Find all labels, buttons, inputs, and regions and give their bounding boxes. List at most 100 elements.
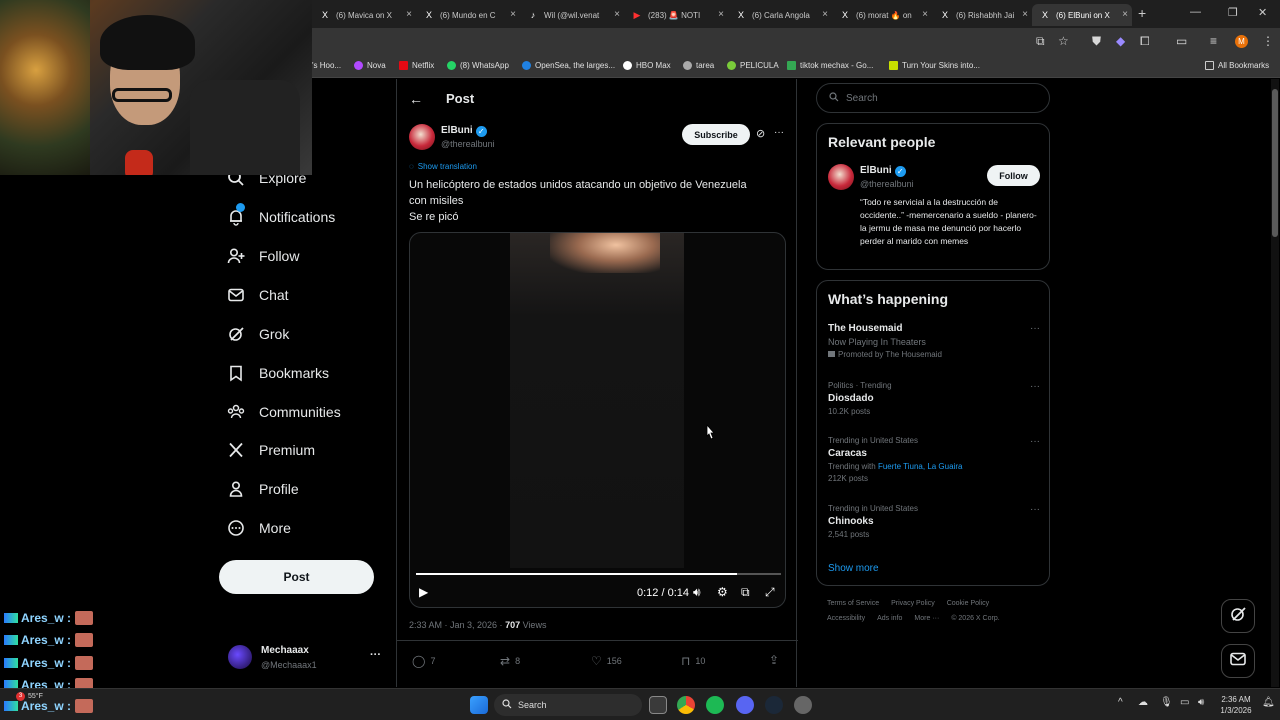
trend-item[interactable]: Trending in United States Chinooks 2,541… — [828, 504, 1040, 539]
spotify-icon[interactable] — [706, 696, 724, 714]
bookmark-item[interactable]: PELICULA — [727, 61, 779, 70]
monitor-icon[interactable]: ▭ — [1180, 697, 1189, 708]
back-arrow-icon[interactable]: ← — [409, 91, 423, 107]
more-options-button[interactable]: ··· — [774, 127, 784, 138]
author-handle[interactable]: @therealbuni — [441, 139, 495, 149]
nav-bookmarks[interactable]: Bookmarks — [226, 363, 329, 383]
grok-icon[interactable]: ⊘ — [756, 127, 765, 140]
gear-icon[interactable]: ⚙ — [717, 585, 728, 599]
bookmark-item[interactable]: 's Hoo... — [312, 61, 341, 70]
browser-tab[interactable]: X (6) Carla Angola × — [728, 4, 832, 26]
subscribe-button[interactable]: Subscribe — [682, 124, 750, 145]
volume-icon[interactable]: 🔊︎ — [1198, 697, 1204, 708]
footer-link[interactable]: Ads info — [877, 615, 902, 622]
follow-button[interactable]: Follow — [987, 165, 1040, 186]
nav-chat[interactable]: Chat — [226, 285, 289, 305]
browser-tab[interactable]: ▶ (283) 🚨 NOTI × — [624, 4, 728, 26]
close-icon[interactable]: × — [718, 9, 724, 20]
author-name-row[interactable]: ElBuni ✓ — [441, 125, 487, 137]
trend-with-link[interactable]: Fuerte Tiuna, La Guaira — [878, 462, 963, 471]
side-panel-icon[interactable]: ▭ — [1176, 34, 1187, 48]
show-more-link[interactable]: Show more — [828, 563, 879, 574]
notifications-bell-icon[interactable]: 🔔︎ — [1262, 697, 1275, 708]
browser-tab-active[interactable]: X (6) ElBuni on X × — [1032, 4, 1132, 26]
video-progress-bar[interactable] — [416, 573, 781, 575]
nav-notifications[interactable]: Notifications — [226, 203, 335, 227]
browser-tab[interactable]: X (6) Mundo en C × — [416, 4, 520, 26]
shield-extension-icon[interactable]: ⛊ — [1092, 34, 1101, 49]
chevron-up-icon[interactable]: ^ — [1118, 697, 1123, 708]
bookmark-item[interactable]: HBO Max — [623, 61, 671, 70]
bookmark-item[interactable]: Nova — [354, 61, 386, 70]
close-window-icon[interactable]: ✕ — [1258, 6, 1267, 19]
discord-icon[interactable] — [736, 696, 754, 714]
trend-item[interactable]: Trending in United States Caracas Trendi… — [828, 436, 1040, 483]
fullscreen-icon[interactable]: ⤢ — [765, 585, 775, 600]
account-menu-button[interactable]: ··· — [370, 649, 381, 661]
browser-tab[interactable]: X (6) Mavica on X × — [312, 4, 416, 26]
minimize-icon[interactable]: — — [1190, 6, 1201, 18]
nav-profile[interactable]: Profile — [226, 479, 299, 499]
browser-tab[interactable]: X (6) Rishabhh Jai × — [932, 4, 1032, 26]
bookmark-item[interactable]: Turn Your Skins into... — [889, 61, 980, 70]
author-avatar[interactable] — [409, 124, 435, 150]
person-name-row[interactable]: ElBuni ✓ — [860, 165, 906, 177]
settings-icon[interactable] — [794, 696, 812, 714]
share-icon[interactable]: ⇪ — [769, 653, 779, 667]
nav-more[interactable]: More — [226, 518, 291, 538]
close-icon[interactable]: × — [510, 9, 516, 20]
new-tab-button[interactable]: + — [1138, 5, 1146, 21]
play-icon[interactable]: ▶ — [419, 585, 428, 599]
search-input[interactable]: Search — [816, 83, 1050, 113]
footer-link[interactable]: Privacy Policy — [891, 600, 935, 607]
scrollbar[interactable] — [1271, 79, 1279, 687]
picture-in-picture-icon[interactable]: ⧉ — [741, 585, 750, 600]
install-app-icon[interactable]: ⧉ — [1036, 34, 1045, 49]
close-icon[interactable]: × — [822, 9, 828, 20]
nav-communities[interactable]: Communities — [226, 402, 341, 422]
bookmark-star-icon[interactable]: ☆ — [1058, 34, 1069, 48]
taskbar-clock[interactable]: 2:36 AM 1/3/2026 — [1212, 694, 1260, 716]
microphone-icon[interactable]: 🎙︎ — [1160, 697, 1173, 708]
close-icon[interactable]: × — [1022, 9, 1028, 20]
show-translation-link[interactable]: ◌ Show translation — [409, 162, 477, 171]
bookmark-item[interactable]: Netflix — [399, 61, 434, 70]
browser-tab[interactable]: X (6) morat 🔥 on × — [832, 4, 932, 26]
bookmark-item[interactable]: tiktok mechax - Go... — [787, 61, 873, 70]
person-avatar[interactable] — [828, 164, 854, 190]
nav-follow[interactable]: Follow — [226, 246, 299, 266]
footer-link[interactable]: Cookie Policy — [947, 600, 989, 607]
nav-premium[interactable]: Premium — [226, 440, 315, 460]
like-button[interactable]: ♡ 156 — [591, 654, 622, 668]
nav-grok[interactable]: Grok — [226, 324, 289, 344]
close-icon[interactable]: × — [922, 9, 928, 20]
bookmark-item[interactable]: tarea — [683, 61, 714, 70]
menu-kebab-icon[interactable]: ⋮ — [1262, 34, 1274, 48]
trend-item[interactable]: The Housemaid Now Playing In Theaters Pr… — [828, 323, 1040, 359]
close-icon[interactable]: × — [406, 9, 412, 20]
scrollbar-thumb[interactable] — [1272, 89, 1278, 237]
footer-link[interactable]: Accessibility — [827, 615, 865, 622]
chrome-icon[interactable] — [677, 696, 695, 714]
browser-tab[interactable]: ♪ Wil (@wil.venat × — [520, 4, 624, 26]
trend-item[interactable]: Politics · Trending Diosdado 10.2K posts… — [828, 381, 1040, 416]
steam-icon[interactable] — [765, 696, 783, 714]
more-options-button[interactable]: ··· — [1030, 436, 1040, 447]
footer-link[interactable]: Terms of Service — [827, 600, 879, 607]
more-options-button[interactable]: ··· — [1030, 381, 1040, 392]
repost-button[interactable]: ⇄ 8 — [500, 654, 520, 668]
close-icon[interactable]: × — [1122, 9, 1128, 20]
restore-icon[interactable]: ❐ — [1228, 6, 1238, 19]
volume-icon[interactable]: 🔊︎ — [693, 585, 701, 600]
more-options-button[interactable]: ··· — [1030, 504, 1040, 515]
bookmark-item[interactable]: (8) WhatsApp — [447, 61, 509, 70]
video-player[interactable]: ▶ 0:12 / 0:14 🔊︎ ⚙ ⧉ ⤢ — [409, 232, 786, 608]
profile-avatar[interactable]: M — [1235, 35, 1248, 48]
extensions-puzzle-icon[interactable]: ⧠ — [1140, 34, 1150, 49]
bookmark-button[interactable]: ⊓ 10 — [681, 654, 705, 668]
avatar[interactable] — [228, 645, 252, 669]
taskbar-search[interactable]: Search — [494, 694, 642, 716]
footer-link[interactable]: More ··· — [914, 615, 939, 622]
all-bookmarks[interactable]: All Bookmarks — [1205, 61, 1269, 70]
reply-button[interactable]: ◯ 7 — [412, 654, 435, 668]
